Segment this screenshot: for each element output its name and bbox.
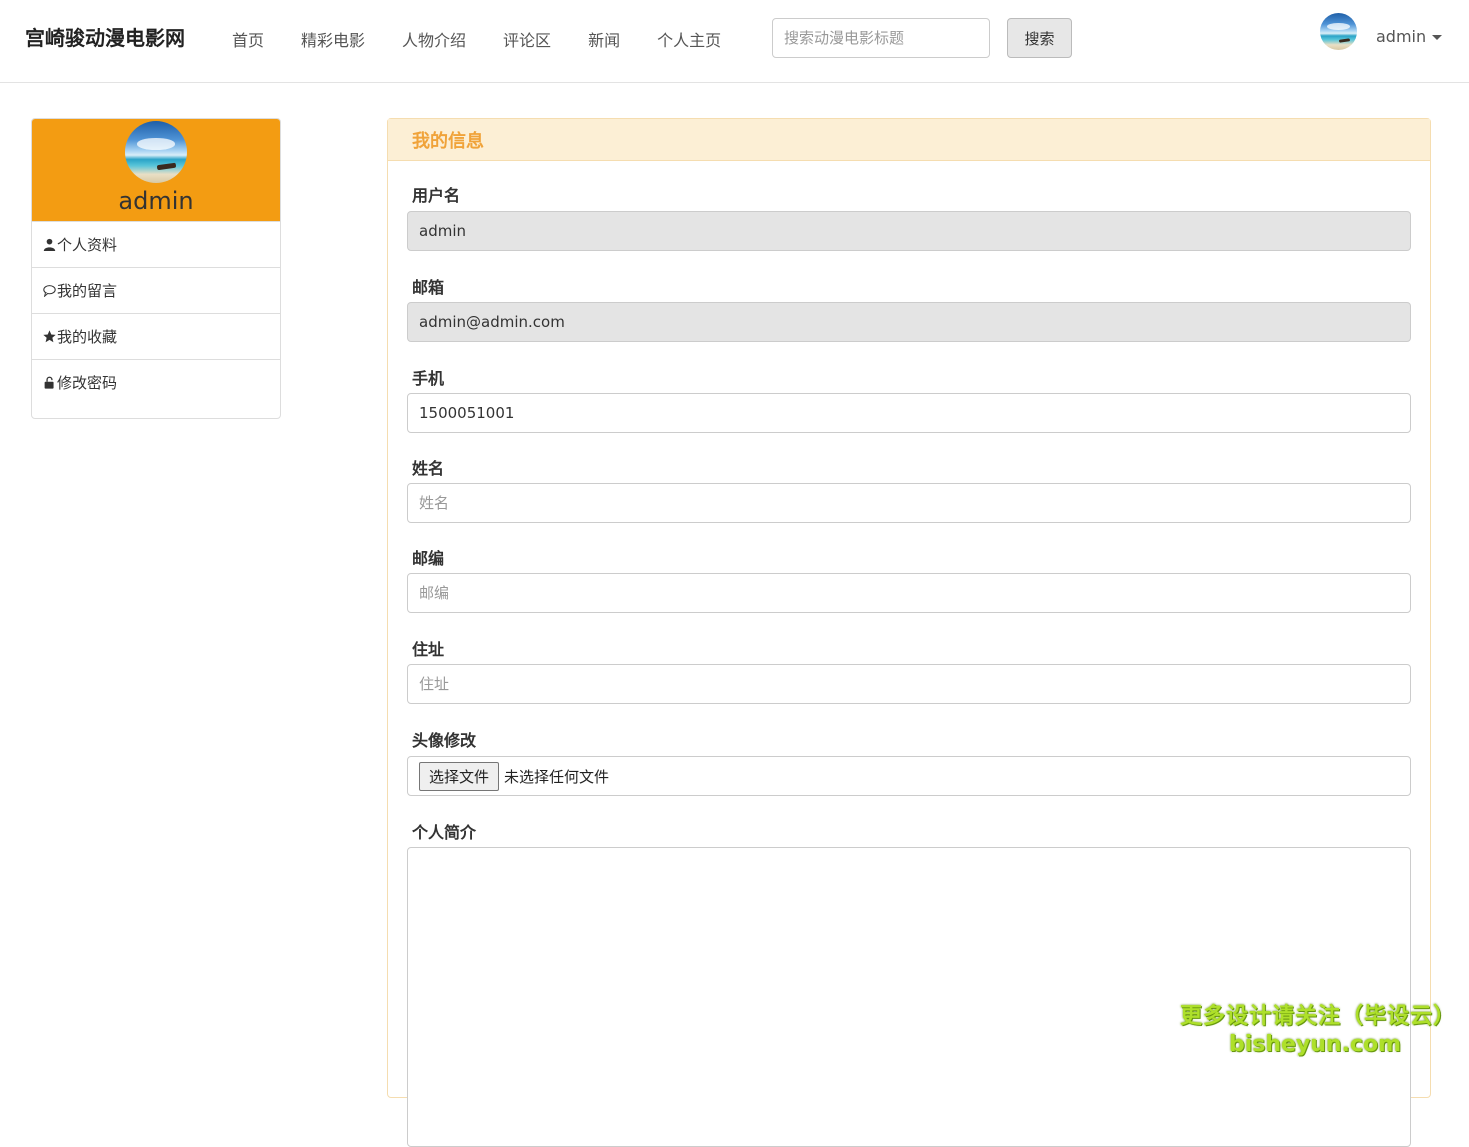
unlock-icon [44, 376, 54, 389]
avatar-label: 头像修改 [412, 731, 477, 750]
nav-link-characters[interactable]: 人物介绍 [402, 27, 466, 51]
caret-down-icon [1432, 35, 1443, 40]
nav-user-name: admin [1376, 27, 1427, 46]
name-label: 姓名 [412, 459, 445, 478]
phone-label: 手机 [412, 369, 445, 388]
sidebar-item-favorites[interactable]: 我的收藏 [32, 313, 280, 359]
nav-link-news[interactable]: 新闻 [588, 27, 620, 51]
email-label: 邮箱 [412, 278, 445, 297]
nav-link-comments[interactable]: 评论区 [503, 27, 551, 51]
panel-title: 我的信息 [388, 119, 1430, 161]
sidebar-item-password[interactable]: 修改密码 [32, 359, 280, 405]
sidebar-item-profile[interactable]: 个人资料 [32, 221, 280, 267]
email-field [407, 302, 1411, 342]
nav-link-profile[interactable]: 个人主页 [657, 27, 721, 51]
my-info-panel: 我的信息 用户名 邮箱 手机 姓名 邮编 住址 头像修改 选择文件 未选择任何文… [387, 118, 1431, 1147]
nav-avatar[interactable] [1320, 13, 1357, 50]
sidebar-header: admin [32, 119, 280, 221]
sidebar-item-label: 我的收藏 [57, 328, 118, 346]
bio-textarea[interactable] [407, 847, 1411, 1147]
user-icon [43, 238, 56, 251]
sidebar-avatar [125, 121, 187, 183]
sidebar-user-name: admin [118, 187, 194, 215]
comment-icon [43, 285, 56, 297]
user-menu-toggle[interactable]: admin [1376, 27, 1443, 46]
watermark: 更多设计请关注（毕设云） bisheyun.com [1180, 998, 1457, 1057]
search-button[interactable]: 搜索 [1007, 18, 1072, 58]
search-input[interactable] [772, 18, 990, 58]
bio-label: 个人简介 [412, 823, 477, 842]
watermark-line1: 更多设计请关注（毕设云） [1180, 1004, 1457, 1029]
sidebar-item-label: 修改密码 [57, 374, 118, 392]
top-navbar: 宫崎骏动漫电影网 首页 精彩电影 人物介绍 评论区 新闻 个人主页 搜索 adm… [0, 0, 1469, 83]
sidebar-item-label: 我的留言 [57, 282, 118, 300]
username-label: 用户名 [412, 186, 461, 205]
file-status: 未选择任何文件 [504, 767, 610, 786]
site-brand[interactable]: 宫崎骏动漫电影网 [25, 22, 185, 51]
choose-file-button[interactable]: 选择文件 [419, 761, 500, 791]
address-field[interactable] [407, 664, 1411, 704]
phone-field[interactable] [407, 393, 1411, 433]
watermark-line2: bisheyun.com [1228, 1032, 1402, 1057]
name-field[interactable] [407, 483, 1411, 523]
nav-links: 首页 精彩电影 人物介绍 评论区 新闻 个人主页 [232, 27, 758, 51]
avatar-file-input: 选择文件 未选择任何文件 [407, 756, 1411, 796]
sidebar-item-label: 个人资料 [57, 236, 118, 254]
zipcode-label: 邮编 [412, 549, 445, 568]
zipcode-field[interactable] [407, 573, 1411, 613]
username-field [407, 211, 1411, 251]
sidebar-item-messages[interactable]: 我的留言 [32, 267, 280, 313]
sidebar-card: admin 个人资料 我的留言 我的收藏 修改密码 [31, 118, 281, 419]
star-icon [43, 330, 56, 343]
nav-link-home[interactable]: 首页 [232, 27, 264, 51]
nav-link-movies[interactable]: 精彩电影 [301, 27, 365, 51]
address-label: 住址 [412, 640, 445, 659]
